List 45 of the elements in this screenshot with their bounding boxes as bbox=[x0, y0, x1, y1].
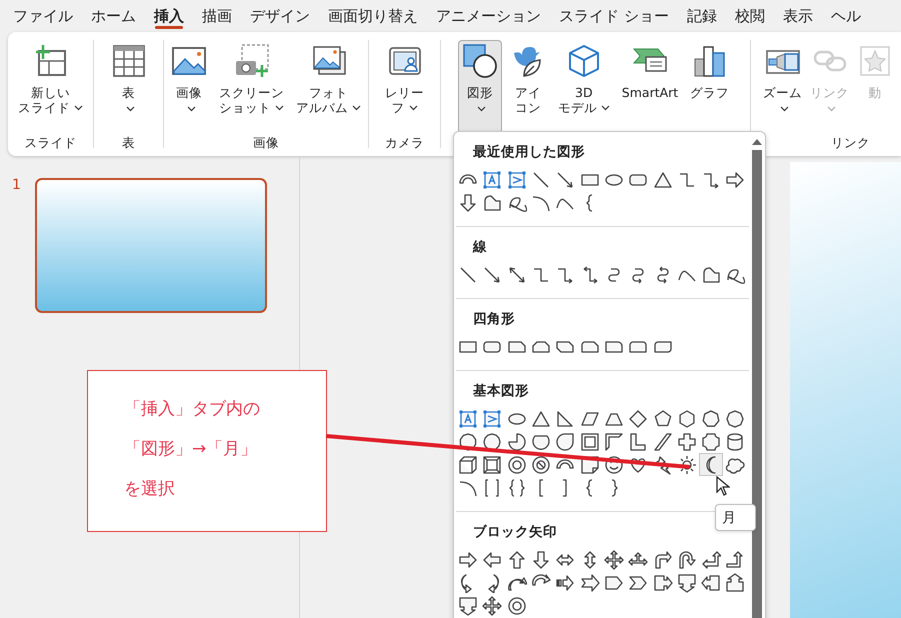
slide-number: 1 bbox=[12, 178, 21, 195]
section-title: 線 bbox=[472, 238, 488, 257]
ribbon-button[interactable]: グラフ bbox=[686, 40, 734, 134]
ribbon-button[interactable]: 3D モデル bbox=[554, 40, 614, 134]
section-title: 最近使用した図形 bbox=[472, 143, 586, 162]
ribbon-button[interactable]: スクリーン ショット bbox=[215, 40, 288, 134]
ribbon-tab[interactable]: 記録 bbox=[678, 0, 726, 30]
section-title: 基本図形 bbox=[472, 382, 530, 401]
section-title: ブロック矢印 bbox=[472, 523, 558, 542]
section-title: 四角形 bbox=[472, 310, 516, 329]
shapes-icon bbox=[462, 43, 498, 79]
ribbon-button[interactable]: アイ コン bbox=[506, 40, 550, 134]
group-label: 画像 bbox=[253, 134, 279, 152]
ribbon-tab[interactable]: 画面切り替え bbox=[319, 0, 427, 30]
slide-thumbnail[interactable] bbox=[34, 178, 267, 313]
ribbon-tab[interactable]: ヘル bbox=[822, 0, 870, 30]
quad-arrow-icon[interactable] bbox=[602, 548, 626, 571]
cursor-icon bbox=[716, 476, 730, 496]
ribbon-tab[interactable]: アニメーション bbox=[427, 0, 550, 30]
group-label: リンク bbox=[831, 134, 870, 152]
ribbon-tab[interactable]: デザイン bbox=[241, 0, 319, 30]
annotation-text: 「挿入」タブ内の 「図形」→「月」 を選択 bbox=[124, 398, 261, 501]
group-label: カメラ bbox=[385, 134, 424, 152]
ribbon-button[interactable]: 表 bbox=[106, 40, 150, 134]
moon-icon[interactable] bbox=[698, 453, 724, 476]
ribbon-button[interactable]: 図形 bbox=[458, 40, 502, 134]
ribbon-button[interactable]: レリー フ bbox=[381, 40, 428, 134]
ribbon-tab[interactable]: 挿入 bbox=[145, 0, 193, 30]
ribbon-tab[interactable]: 描画 bbox=[193, 0, 241, 30]
group-label: スライド bbox=[24, 134, 76, 152]
ribbon-tab[interactable]: ホーム bbox=[82, 0, 145, 30]
table-icon bbox=[110, 43, 146, 79]
ribbon-tab[interactable]: ファイル bbox=[4, 0, 82, 30]
scrollbar-thumb[interactable] bbox=[752, 150, 762, 618]
ribbon-tab[interactable]: 表示 bbox=[774, 0, 822, 30]
ribbon-tab[interactable]: スライド ショー bbox=[550, 0, 678, 30]
ribbon-button[interactable]: 画像 bbox=[167, 40, 211, 134]
screenshot-icon bbox=[234, 43, 270, 79]
ribbon-button[interactable]: ズーム bbox=[759, 40, 806, 134]
scroll-up-icon[interactable] bbox=[751, 138, 763, 146]
ribbon-button[interactable]: 新しい スライド bbox=[14, 40, 87, 134]
ribbon-tab[interactable]: 校閲 bbox=[726, 0, 774, 30]
ribbon-button[interactable]: フォト アルバム bbox=[292, 40, 365, 134]
tooltip: 月 bbox=[715, 504, 756, 531]
group-label: 表 bbox=[122, 134, 135, 152]
